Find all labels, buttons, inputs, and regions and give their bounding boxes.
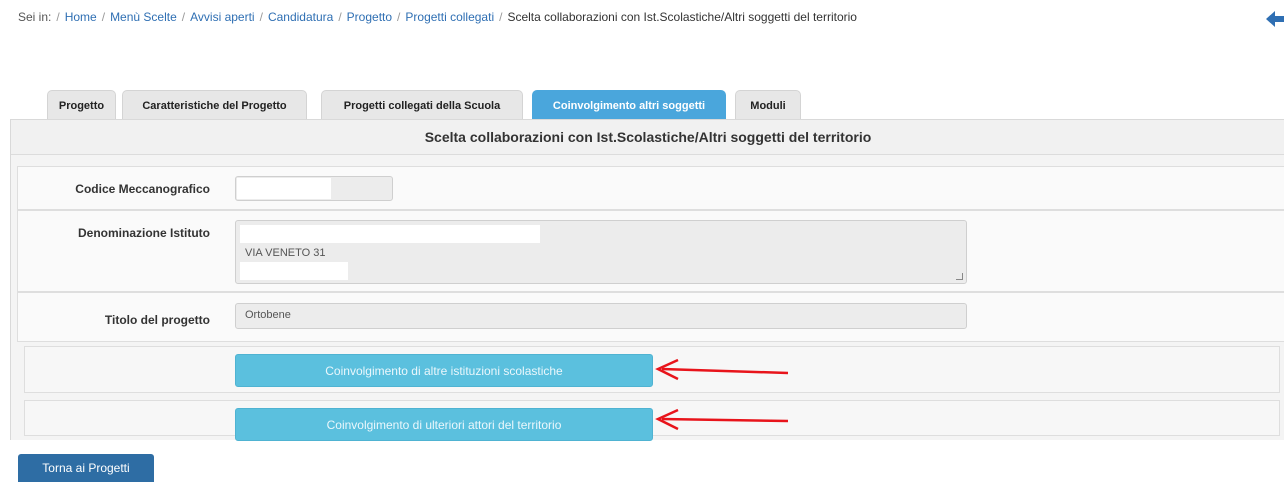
denominazione-label: Denominazione Istituto [78,226,210,240]
breadcrumb-current: Scelta collaborazioni con Ist.Scolastich… [507,10,857,24]
breadcrumb-avvisi-aperti[interactable]: Avvisi aperti [190,10,254,24]
titolo-label: Titolo del progetto [104,313,210,327]
tab-coinvolgimento[interactable]: Coinvolgimento altri soggetti [532,90,726,120]
annotation-arrow-icon [655,358,789,381]
redacted-block [237,178,331,199]
breadcrumb: Sei in: / Home / Menù Scelte / Avvisi aperti / C… [18,10,857,24]
tab-progetto[interactable]: Progetto [47,90,116,120]
tab-moduli[interactable]: Moduli [735,90,801,120]
denominazione-address: VIA VENETO 31 [245,247,326,259]
coinvolgimento-attori-button[interactable]: Coinvolgimento di ulteriori attori del t… [235,408,653,441]
breadcrumb-prefix: Sei in: [18,10,52,24]
annotation-arrow-icon [655,408,789,431]
coinvolgimento-istituzioni-button[interactable]: Coinvolgimento di altre istituzioni scol… [235,354,653,387]
breadcrumb-progetti-collegati[interactable]: Progetti collegati [405,10,494,24]
panel-title: Scelta collaborazioni con Ist.Scolastich… [11,120,1284,155]
codice-field[interactable] [235,176,393,201]
row-denominazione: Denominazione Istituto VIA VENETO 31 [17,210,1284,292]
torna-ai-progetti-button[interactable]: Torna ai Progetti [18,454,154,482]
resize-handle-icon[interactable] [956,273,963,280]
row-titolo: Titolo del progetto Ortobene [17,292,1284,342]
tab-progetti-collegati[interactable]: Progetti collegati della Scuola [321,90,523,120]
denominazione-textarea[interactable]: VIA VENETO 31 [235,220,967,284]
form-panel: Scelta collaborazioni con Ist.Scolastich… [10,119,1284,441]
tab-caratteristiche[interactable]: Caratteristiche del Progetto [122,90,307,120]
row-codice: Codice Meccanografico [17,166,1284,210]
breadcrumb-progetto[interactable]: Progetto [347,10,392,24]
titolo-field[interactable]: Ortobene [235,303,967,329]
breadcrumb-home[interactable]: Home [65,10,97,24]
redacted-block [240,225,540,243]
breadcrumb-menu-scelte[interactable]: Menù Scelte [110,10,177,24]
back-arrow-icon[interactable] [1266,11,1284,27]
codice-label: Codice Meccanografico [75,182,210,196]
redacted-block [240,262,348,280]
breadcrumb-candidatura[interactable]: Candidatura [268,10,333,24]
